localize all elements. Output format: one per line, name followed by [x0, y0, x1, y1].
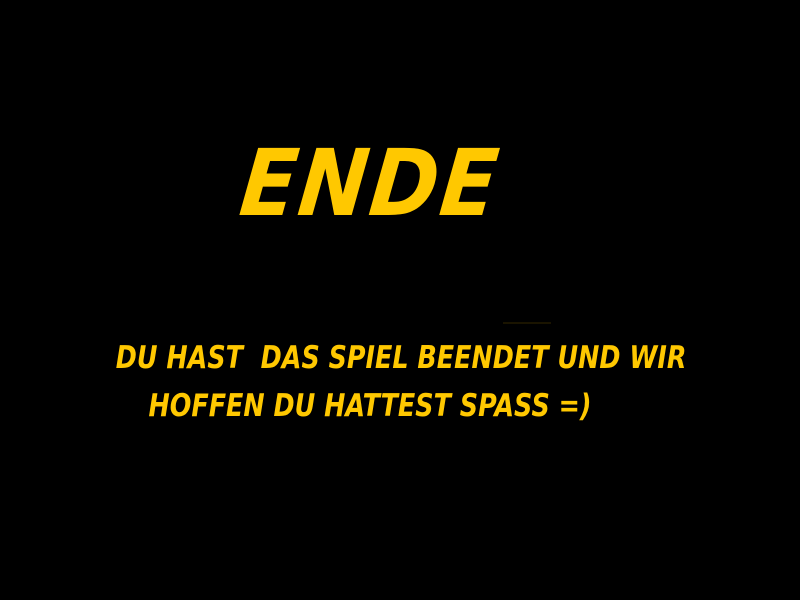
end-message-line-1: DU HAST DAS SPIEL BEENDET UND WIR — [115, 340, 687, 376]
end-message-line-2: HOFFEN DU HATTEST SPASS =) — [148, 388, 592, 424]
end-screen: ENDE DU HAST DAS SPIEL BEENDET UND WIR H… — [0, 0, 800, 600]
end-message: DU HAST DAS SPIEL BEENDET UND WIR HOFFEN… — [115, 334, 687, 430]
decorative-mark — [503, 322, 551, 324]
end-title: ENDE — [235, 130, 505, 237]
